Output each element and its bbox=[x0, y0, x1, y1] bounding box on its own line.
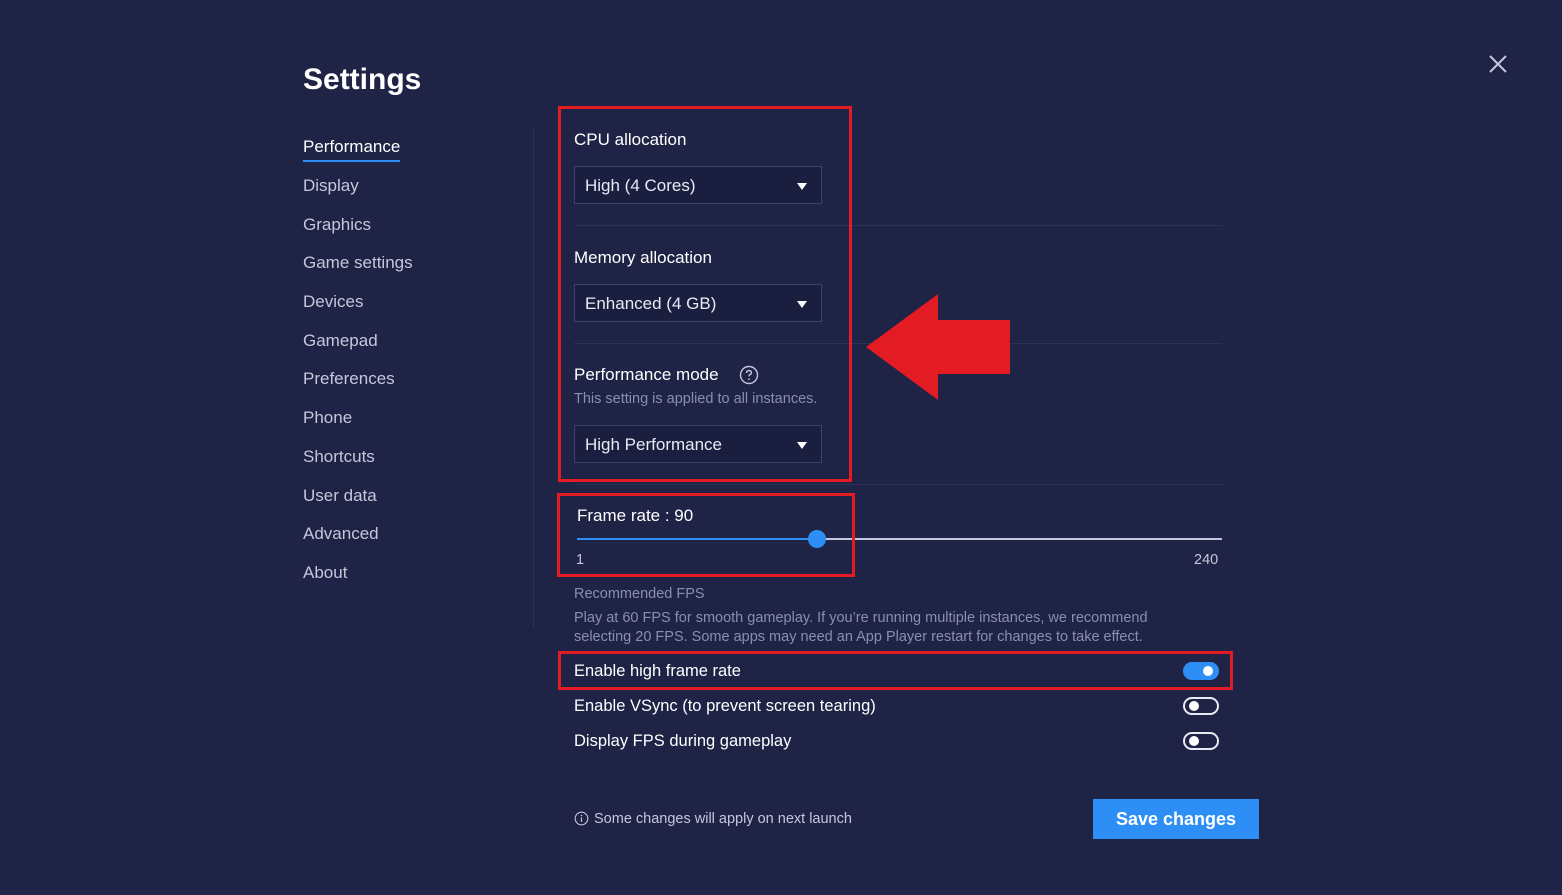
highlight-box-frame-rate bbox=[557, 493, 855, 577]
sidebar-item-performance[interactable]: Performance bbox=[303, 135, 401, 162]
sidebar-item-display[interactable]: Display bbox=[303, 174, 359, 198]
section-divider bbox=[574, 484, 1222, 485]
recommended-fps-title: Recommended FPS bbox=[574, 586, 705, 602]
restart-note: Some changes will apply on next launch bbox=[594, 811, 852, 827]
sidebar-item-phone[interactable]: Phone bbox=[303, 406, 352, 430]
sidebar-item-preferences[interactable]: Preferences bbox=[303, 367, 395, 391]
sidebar-item-about[interactable]: About bbox=[303, 561, 347, 585]
sidebar-item-user-data[interactable]: User data bbox=[303, 484, 377, 508]
sidebar-item-gamepad[interactable]: Gamepad bbox=[303, 329, 378, 353]
sidebar-item-shortcuts[interactable]: Shortcuts bbox=[303, 445, 375, 469]
save-changes-button[interactable]: Save changes bbox=[1093, 799, 1259, 839]
display-fps-label: Display FPS during gameplay bbox=[574, 732, 792, 750]
highlight-box-allocation bbox=[558, 106, 852, 482]
page-title: Settings bbox=[303, 63, 422, 96]
info-icon bbox=[574, 811, 589, 826]
toggle-knob bbox=[1189, 701, 1199, 711]
recommended-fps-line1: Play at 60 FPS for smooth gameplay. If y… bbox=[574, 610, 1148, 626]
arrow-left-icon bbox=[866, 294, 1010, 400]
sidebar-item-graphics[interactable]: Graphics bbox=[303, 213, 371, 237]
display-fps-toggle[interactable] bbox=[1183, 732, 1219, 750]
sidebar-divider bbox=[533, 128, 534, 628]
close-icon[interactable] bbox=[1486, 52, 1510, 76]
sidebar-item-game-settings[interactable]: Game settings bbox=[303, 251, 413, 275]
vsync-toggle[interactable] bbox=[1183, 697, 1219, 715]
frame-rate-max: 240 bbox=[1194, 552, 1219, 568]
vsync-label: Enable VSync (to prevent screen tearing) bbox=[574, 697, 876, 715]
recommended-fps-line2: selecting 20 FPS. Some apps may need an … bbox=[574, 629, 1143, 645]
highlight-box-high-frame-rate bbox=[558, 651, 1233, 690]
sidebar-item-devices[interactable]: Devices bbox=[303, 290, 363, 314]
sidebar-item-advanced[interactable]: Advanced bbox=[303, 522, 379, 546]
toggle-knob bbox=[1189, 736, 1199, 746]
